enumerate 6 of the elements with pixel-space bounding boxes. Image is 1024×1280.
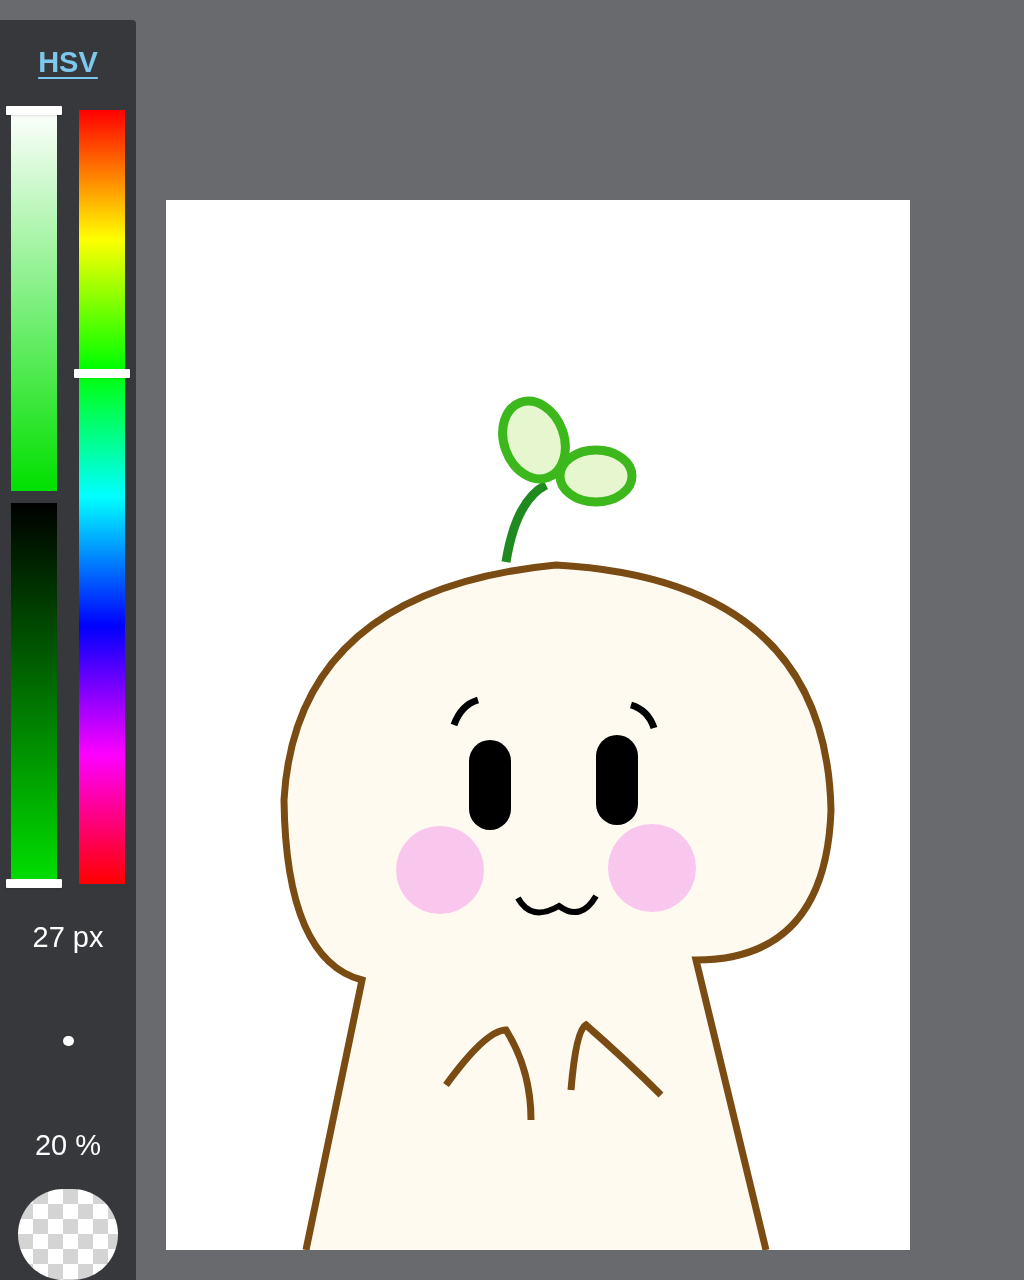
slider-thumb[interactable] bbox=[6, 106, 62, 115]
slider-thumb[interactable] bbox=[74, 368, 130, 378]
opacity-label: 20 % bbox=[34, 1127, 102, 1163]
brush-size-label: 27 px bbox=[32, 920, 104, 956]
hsv-tab[interactable]: HSV bbox=[38, 48, 98, 77]
slider-thumb[interactable] bbox=[6, 879, 62, 889]
